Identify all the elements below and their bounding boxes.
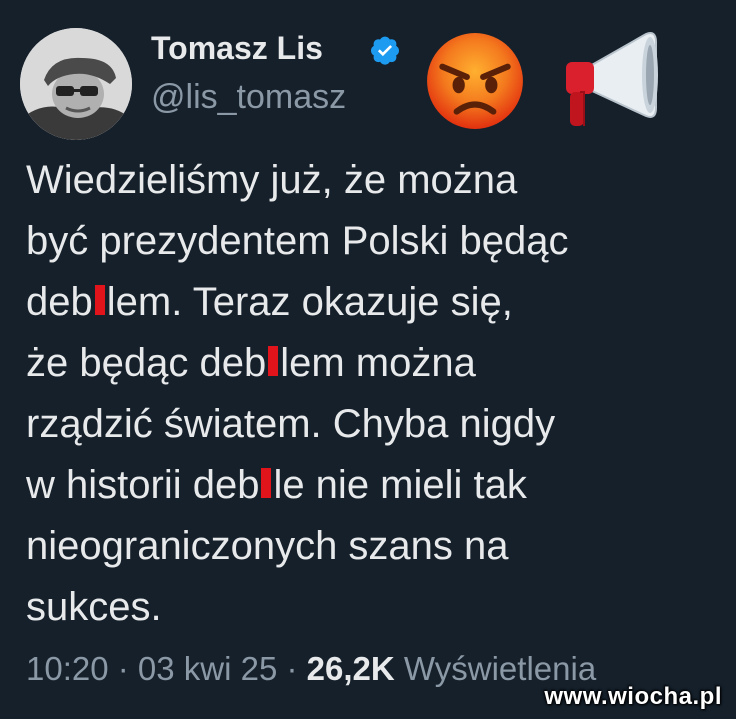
views-count[interactable]: 26,2K [307, 650, 395, 687]
views-label[interactable]: Wyświetlenia [395, 650, 596, 687]
text-segment: lem. Teraz okazuje się, [106, 280, 513, 324]
censor-bar [94, 285, 105, 315]
text-segment: w historii deb [26, 463, 260, 507]
tweet-line: że będąc deb lem można [26, 333, 726, 394]
text-segment: sukces. [26, 585, 162, 629]
megaphone-icon [550, 28, 662, 132]
tweet-text: Wiedzieliśmy już, że można być prezydent… [26, 150, 726, 638]
text-segment: nieograniczonych szans na [26, 524, 509, 568]
censor-bar [268, 346, 279, 376]
tweet-line: Wiedzieliśmy już, że można [26, 150, 726, 211]
angry-face-icon [424, 30, 526, 132]
text-segment: rządzić światem. Chyba nigdy [26, 402, 556, 446]
tweet-line: w historii deb le nie mieli tak [26, 455, 726, 516]
watermark: www.wiocha.pl [544, 683, 722, 710]
avatar-photo [20, 28, 132, 140]
separator: · [108, 650, 138, 687]
text-segment: le nie mieli tak [273, 463, 527, 507]
tweet-line: być prezydentem Polski będąc [26, 211, 726, 272]
text-segment: deb [26, 280, 93, 324]
tweet-line: rządzić światem. Chyba nigdy [26, 394, 726, 455]
tweet-time[interactable]: 10:20 [26, 650, 109, 687]
text-segment: że będąc deb [26, 341, 267, 385]
tweet-line: nieograniczonych szans na [26, 516, 726, 577]
display-name[interactable]: Tomasz Lis [151, 30, 323, 67]
tweet-line: sukces. [26, 577, 726, 638]
tweet-meta: 10:20 · 03 kwi 25 · 26,2K Wyświetlenia [26, 650, 596, 688]
verified-badge-icon [369, 34, 401, 66]
tweet-card: Tomasz Lis @lis_tomasz Wiedzieliśmy już,… [0, 0, 736, 719]
censor-bar [261, 468, 272, 498]
user-handle[interactable]: @lis_tomasz [151, 78, 346, 117]
text-segment: być prezydentem Polski będąc [26, 219, 569, 263]
text-segment: lem można [280, 341, 476, 385]
tweet-date[interactable]: 03 kwi 25 [138, 650, 277, 687]
text-segment: Wiedzieliśmy już, że można [26, 158, 518, 202]
separator: · [277, 650, 307, 687]
avatar[interactable] [20, 28, 132, 140]
tweet-line: deb lem. Teraz okazuje się, [26, 272, 726, 333]
